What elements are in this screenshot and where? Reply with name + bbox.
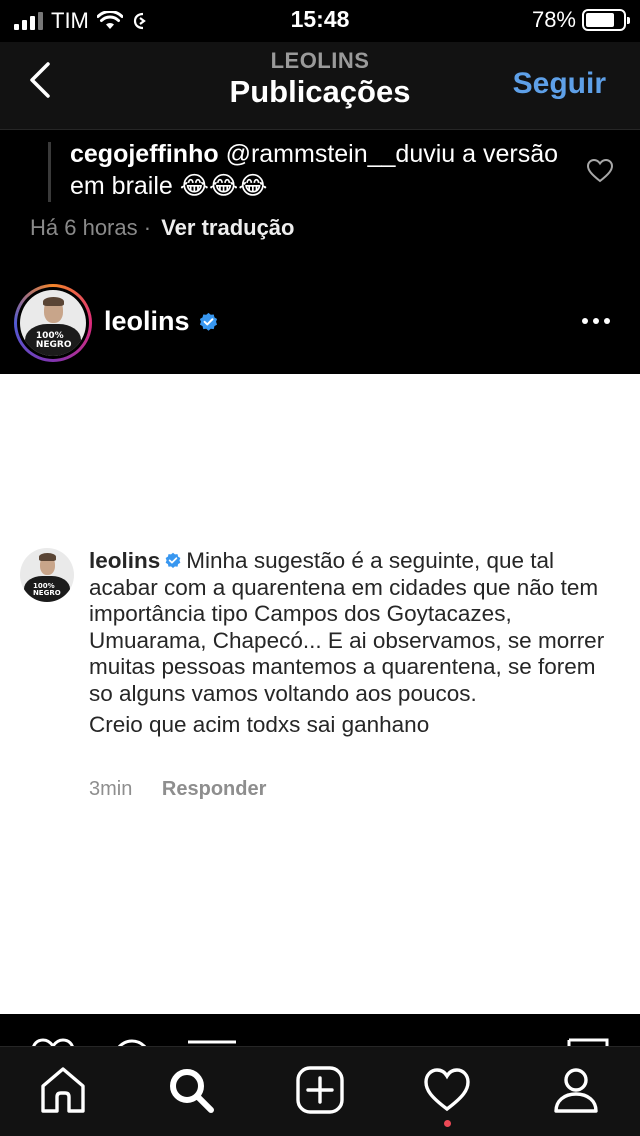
comment-text: cegojeffinho @rammstein__duviu a versão … <box>70 138 570 202</box>
image-comment-text: leolins Minha sugestão é a seguinte, que… <box>89 548 619 738</box>
comment-meta: Há 6 horas · Ver tradução <box>30 215 294 241</box>
comment-username[interactable]: cegojeffinho <box>70 140 219 168</box>
see-translation-link[interactable]: Ver tradução <box>161 215 294 240</box>
nav-header: LEOLINS Publicações Seguir <box>0 42 640 130</box>
post-username[interactable]: leolins <box>104 306 219 337</box>
battery-fill <box>586 13 615 27</box>
like-comment-heart-icon[interactable] <box>586 158 614 184</box>
comment-bubble-icon[interactable] <box>112 1038 152 1046</box>
add-post-icon[interactable] <box>295 1065 345 1115</box>
comment-time: Há 6 horas <box>30 215 138 240</box>
image-comment-line2: Creio que acim todxs sai ganhano <box>89 711 430 737</box>
battery-percent: 78% <box>531 7 576 32</box>
image-comment-username: leolins <box>89 548 161 573</box>
more-options-icon[interactable] <box>582 318 610 324</box>
comment-avatar: 100% NEGRO <box>20 548 74 602</box>
verified-badge-icon <box>199 313 217 332</box>
post-username-label: leolins <box>104 306 190 336</box>
image-reply-label: Responder <box>161 778 267 800</box>
image-comment-meta: 3min Responder <box>89 778 266 801</box>
status-right: 78% <box>531 7 630 33</box>
quoted-comment: cegojeffinho @rammstein__duviu a versão … <box>0 130 640 258</box>
search-icon[interactable] <box>166 1065 216 1115</box>
home-icon[interactable] <box>38 1065 88 1115</box>
notification-dot <box>444 1120 451 1127</box>
quote-bar <box>48 142 51 202</box>
battery-icon <box>582 9 630 31</box>
post-action-row <box>0 1014 640 1046</box>
post-header: 100% NEGRO leolins <box>0 258 640 374</box>
avatar-shirt-text: 100% NEGRO <box>35 331 72 351</box>
image-comment-body: Minha sugestão é a seguinte, que tal aca… <box>89 548 605 706</box>
verified-badge-small-icon <box>165 552 181 569</box>
tab-bar <box>0 1046 640 1136</box>
activity-heart-icon[interactable] <box>422 1065 472 1115</box>
post-image: 100% NEGRO leolins Minha sugestão é a seg… <box>0 374 640 1014</box>
status-bar: TIM 15:48 78% <box>0 0 640 42</box>
avatar: 100% NEGRO <box>20 290 86 356</box>
follow-button[interactable]: Seguir <box>513 67 606 101</box>
image-comment-time: 3min <box>89 778 133 800</box>
meta-separator: · <box>143 215 152 240</box>
like-heart-icon[interactable] <box>30 1038 76 1046</box>
profile-icon[interactable] <box>551 1065 601 1115</box>
save-bookmark-icon[interactable] <box>566 1038 610 1046</box>
story-ring[interactable]: 100% NEGRO <box>14 284 92 362</box>
comment-avatar-shirt-text: 100% NEGRO <box>32 581 61 597</box>
